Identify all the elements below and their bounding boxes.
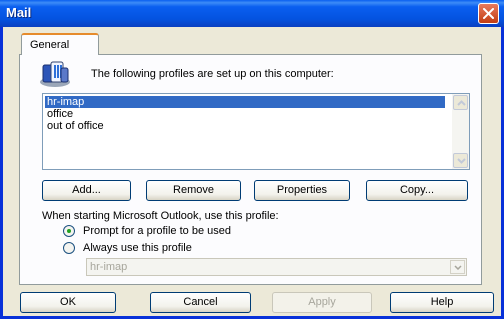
radio-prompt-label: Prompt for a profile to be used [83, 225, 231, 237]
startup-profile-label: When starting Microsoft Outlook, use thi… [42, 210, 279, 222]
tab-general[interactable]: General [21, 33, 99, 55]
profile-item-office[interactable]: office [45, 108, 75, 120]
apply-button[interactable]: Apply [272, 292, 372, 313]
mail-profiles-icon [40, 61, 70, 87]
window-title: Mail [6, 5, 32, 20]
profile-item-hr-imap[interactable]: hr-imap [45, 96, 445, 108]
scroll-up-button[interactable] [453, 95, 468, 110]
copy-button[interactable]: Copy... [366, 180, 468, 201]
radio-always-label: Always use this profile [83, 242, 192, 254]
chevron-up-icon [457, 100, 466, 106]
title-bar[interactable]: Mail [0, 0, 504, 27]
remove-button[interactable]: Remove [146, 180, 241, 201]
profiles-intro-text: The following profiles are set up on thi… [91, 68, 334, 80]
select-dropdown-button[interactable] [450, 260, 465, 274]
ok-button[interactable]: OK [20, 292, 116, 313]
close-button[interactable] [478, 3, 499, 24]
radio-selected-dot [67, 229, 71, 233]
default-profile-value: hr-imap [90, 261, 128, 273]
add-button[interactable]: Add... [42, 180, 131, 201]
scroll-down-button[interactable] [453, 153, 468, 168]
profile-item-out-of-office[interactable]: out of office [45, 120, 106, 132]
cancel-button[interactable]: Cancel [150, 292, 251, 313]
tab-general-label: General [30, 39, 70, 51]
radio-always-circle[interactable] [63, 242, 75, 254]
chevron-down-icon [454, 265, 462, 270]
default-profile-select[interactable]: hr-imap [86, 258, 467, 276]
profiles-listbox[interactable]: hr-imap office out of office [42, 93, 470, 170]
close-icon [483, 8, 494, 19]
radio-prompt-circle[interactable] [63, 225, 75, 237]
help-button[interactable]: Help [390, 292, 494, 313]
chevron-down-icon [457, 158, 466, 164]
listbox-scrollbar[interactable] [452, 94, 469, 169]
properties-button[interactable]: Properties [254, 180, 350, 201]
